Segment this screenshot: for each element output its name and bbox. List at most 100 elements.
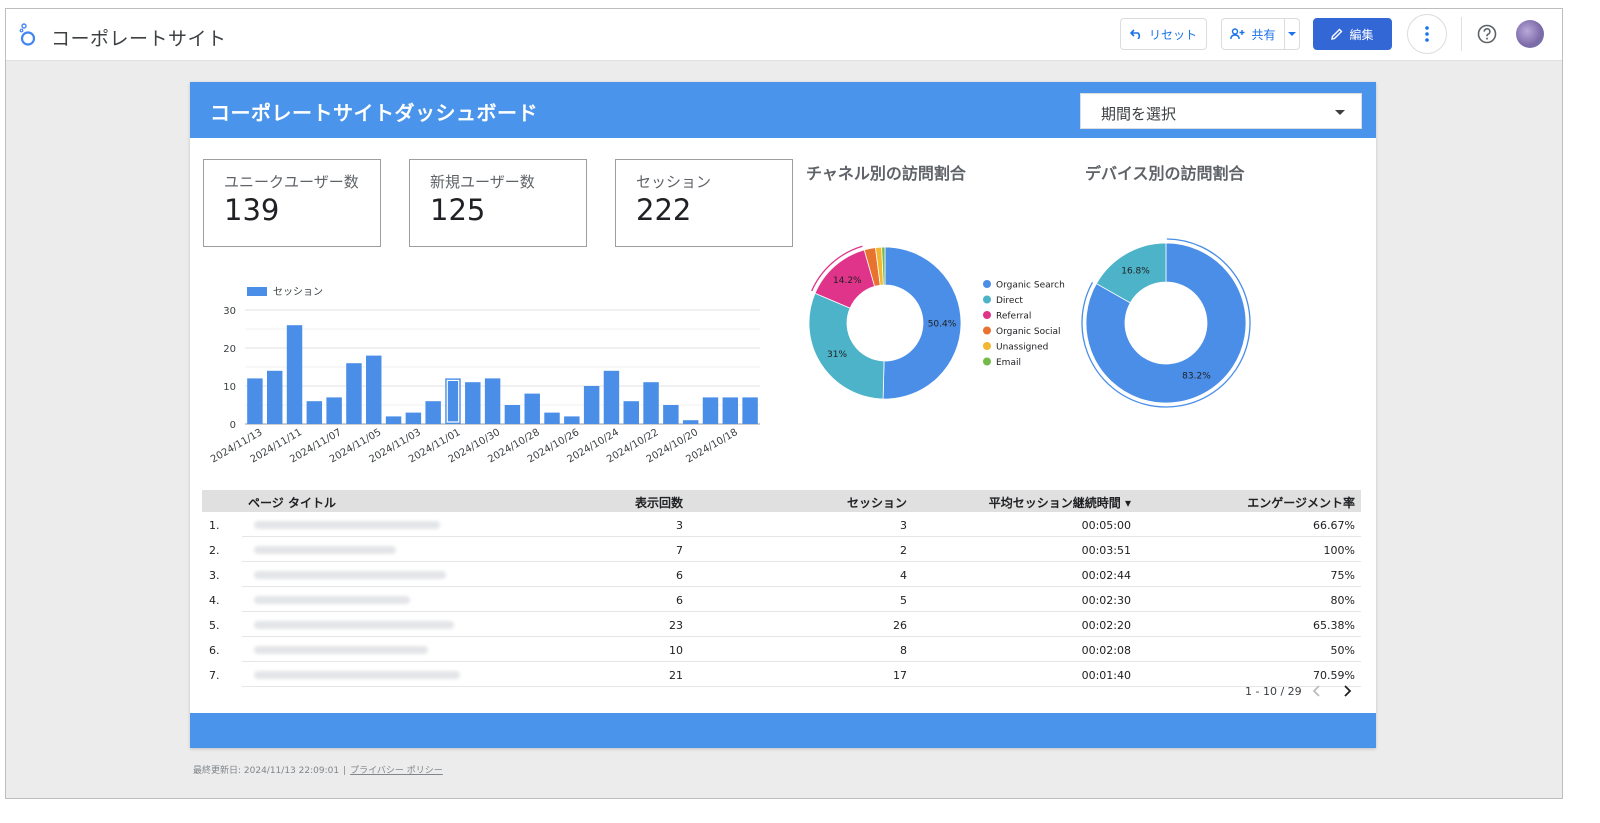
bar[interactable] [702,397,719,424]
donut-slice[interactable] [808,292,885,400]
caret-down-icon [1288,32,1296,36]
share-options-button[interactable] [1284,18,1300,50]
redacted-page-title [254,571,446,579]
redacted-page-title [254,521,440,529]
engagement-rate-cell: 70.59% [1313,669,1355,682]
bar[interactable] [266,370,283,424]
slice-label: 16.8% [1121,267,1150,277]
table-row[interactable]: 2. 7 2 00:03:51 100% [202,537,1361,562]
bar[interactable] [504,405,521,424]
help-icon[interactable] [1476,23,1498,45]
scorecard-new-users[interactable]: 新規ユーザー数 125 [409,159,587,247]
y-tick-label: 10 [223,382,236,393]
avg-duration-cell: 00:05:00 [1081,519,1131,532]
bar[interactable] [722,397,739,424]
scorecard-sessions[interactable]: セッション 222 [615,159,793,247]
row-index: 5. [209,619,220,632]
bar[interactable] [623,401,639,424]
legend-label: セッション [273,286,323,298]
column-avg-session-duration[interactable]: 平均セッション継続時間 ▾ [989,494,1131,511]
privacy-policy-link[interactable]: プライバシー ポリシー [350,766,443,776]
reset-button[interactable]: リセット [1120,18,1207,50]
next-page-icon[interactable] [1340,683,1354,699]
row-index: 3. [209,569,220,582]
bar[interactable] [247,378,263,424]
report-footer: 最終更新日: 2024/11/13 22:09:01 | プライバシー ポリシー [193,763,443,776]
bar[interactable] [603,370,620,424]
period-selector-label: 期間を選択 [1101,105,1177,123]
views-cell: 21 [669,669,683,682]
legend-label[interactable]: Organic Social [996,327,1061,337]
bar[interactable] [544,412,560,424]
more-options-button[interactable] [1407,14,1447,54]
slice-label: 83.2% [1182,371,1211,381]
bar[interactable] [306,401,323,424]
redacted-page-title [254,621,454,629]
legend-label[interactable]: Email [996,358,1021,368]
bar[interactable] [583,386,600,424]
bar[interactable] [564,416,580,424]
table-row[interactable]: 4. 6 5 00:02:30 80% [202,587,1361,612]
column-engagement-rate[interactable]: エンゲージメント率 [1247,494,1355,511]
bar[interactable] [643,382,659,424]
bar[interactable] [346,363,362,424]
edit-label: 編集 [1349,27,1374,42]
period-selector[interactable]: 期間を選択 [1080,93,1362,129]
bar[interactable] [742,397,758,424]
table-row[interactable]: 7. 21 17 00:01:40 70.59% [202,662,1361,687]
device-donut-chart[interactable]: 83.2%16.8%desktopmobile [1080,232,1350,412]
redacted-page-title [254,596,410,604]
app-window: コーポレートサイト リセット 共有 編集 コーポレートサイトダッシュボード 期間… [5,8,1563,799]
scorecard-label: 新規ユーザー数 [430,173,535,191]
bar[interactable] [663,405,679,424]
share-button[interactable]: 共有 [1221,18,1284,50]
bar[interactable] [682,420,699,424]
legend-dot [983,357,991,366]
legend-dot [983,295,991,304]
bar[interactable] [286,325,303,424]
legend-label[interactable]: Organic Search [996,281,1065,291]
slice-label: 14.2% [833,276,862,286]
account-avatar[interactable] [1516,20,1544,48]
bar[interactable] [425,401,441,424]
undo-icon [1129,29,1141,39]
looker-studio-logo-icon[interactable] [18,23,38,47]
channel-donut-chart[interactable]: 50.4% 31% 14.2% Organic Search Direct Referra… [800,232,1070,412]
table-row[interactable]: 1. 3 3 00:05:00 66.67% [202,512,1361,537]
y-tick-label: 20 [223,344,236,355]
row-divider [242,686,1361,687]
table-row[interactable]: 6. 10 8 00:02:08 50% [202,637,1361,662]
last-updated-text: 最終更新日: 2024/11/13 22:09:01 [193,766,340,776]
sessions-cell: 8 [900,644,907,657]
bar[interactable] [484,378,501,424]
bar[interactable] [524,393,540,424]
sessions-cell: 5 [900,594,907,607]
sessions-bar-chart[interactable]: セッション01020302024/11/132024/11/112024/11/… [190,267,775,467]
views-cell: 6 [676,569,683,582]
table-row[interactable]: 5. 23 26 00:02:20 65.38% [202,612,1361,637]
column-page-title[interactable]: ページ タイトル [248,494,336,511]
bar[interactable] [326,397,342,424]
legend-label[interactable]: Direct [996,296,1023,306]
bar[interactable] [366,355,382,424]
bar[interactable] [465,382,481,424]
edit-button[interactable]: 編集 [1313,18,1392,50]
sessions-cell: 17 [893,669,907,682]
legend-label[interactable]: Unassigned [996,343,1048,353]
redacted-page-title [254,546,396,554]
report-title: コーポレートサイトダッシュボード [210,101,538,125]
row-index: 7. [209,669,220,682]
scorecard-unique-users[interactable]: ユニークユーザー数 139 [203,159,381,247]
table-row[interactable]: 3. 6 4 00:02:44 75% [202,562,1361,587]
column-sessions[interactable]: セッション [847,494,907,511]
row-index: 2. [209,544,220,557]
bar[interactable] [385,416,402,424]
legend-label[interactable]: Referral [996,312,1031,322]
bar[interactable] [405,412,422,424]
report-name[interactable]: コーポレートサイト [51,24,227,51]
column-views[interactable]: 表示回数 [635,494,683,511]
report-page: コーポレートサイトダッシュボード 期間を選択 ユニークユーザー数 139 新規ユ… [190,82,1376,748]
legend-dot [983,342,991,350]
previous-page-icon[interactable] [1310,683,1324,699]
avg-duration-cell: 00:02:20 [1081,619,1131,632]
